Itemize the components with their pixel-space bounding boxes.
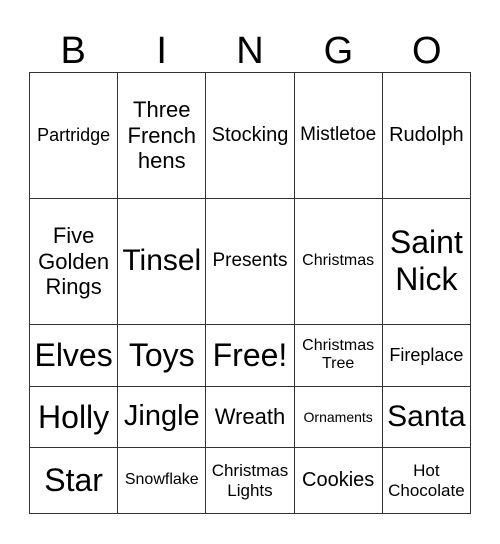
grid-row: Elves Toys Free! Christmas Tree Fireplac…: [28, 323, 472, 387]
bingo-cell[interactable]: Ornaments: [293, 385, 383, 449]
bingo-cell[interactable]: Rudolph: [381, 72, 472, 199]
bingo-cell[interactable]: Stocking: [205, 72, 295, 199]
bingo-cell[interactable]: Elves: [28, 323, 119, 387]
header-letter-g: G: [323, 30, 354, 72]
bingo-cell[interactable]: Christmas Tree: [293, 323, 383, 387]
bingo-cell[interactable]: Hot Chocolate: [381, 447, 472, 514]
header-letter-o: O: [412, 30, 442, 72]
bingo-cell[interactable]: Tinsel: [117, 197, 207, 325]
bingo-cell[interactable]: Cookies: [293, 447, 383, 514]
header-letter-n: N: [236, 30, 264, 72]
header-letter-b: B: [60, 30, 86, 72]
bingo-cell[interactable]: Star: [28, 447, 119, 514]
bingo-cell[interactable]: Santa: [381, 385, 472, 449]
bingo-grid: Partridge Three French hens Stocking Mis…: [28, 72, 472, 514]
bingo-cell[interactable]: Presents: [205, 197, 295, 325]
bingo-cell[interactable]: Snowflake: [117, 447, 207, 514]
bingo-cell[interactable]: Mistletoe: [293, 72, 383, 199]
bingo-cell[interactable]: Three French hens: [117, 72, 207, 199]
bingo-cell[interactable]: Saint Nick: [381, 197, 472, 325]
bingo-cell[interactable]: Jingle: [117, 385, 207, 449]
bingo-cell[interactable]: Christmas Lights: [205, 447, 295, 514]
bingo-cell[interactable]: Christmas: [293, 197, 383, 325]
bingo-cell[interactable]: Five Golden Rings: [28, 197, 119, 325]
grid-row: Five Golden Rings Tinsel Presents Christ…: [28, 197, 472, 325]
bingo-header: B I N G O: [29, 30, 471, 72]
bingo-cell[interactable]: Toys: [117, 323, 207, 387]
bingo-cell[interactable]: Fireplace: [381, 323, 472, 387]
header-letter-i: I: [156, 30, 167, 72]
bingo-cell[interactable]: Wreath: [205, 385, 295, 449]
grid-row: Partridge Three French hens Stocking Mis…: [28, 72, 472, 199]
grid-row: Holly Jingle Wreath Ornaments Santa: [28, 385, 472, 449]
bingo-cell[interactable]: Holly: [28, 385, 119, 449]
bingo-cell[interactable]: Partridge: [28, 72, 119, 199]
free-space-cell[interactable]: Free!: [205, 323, 295, 387]
grid-row: Star Snowflake Christmas Lights Cookies …: [28, 447, 472, 514]
